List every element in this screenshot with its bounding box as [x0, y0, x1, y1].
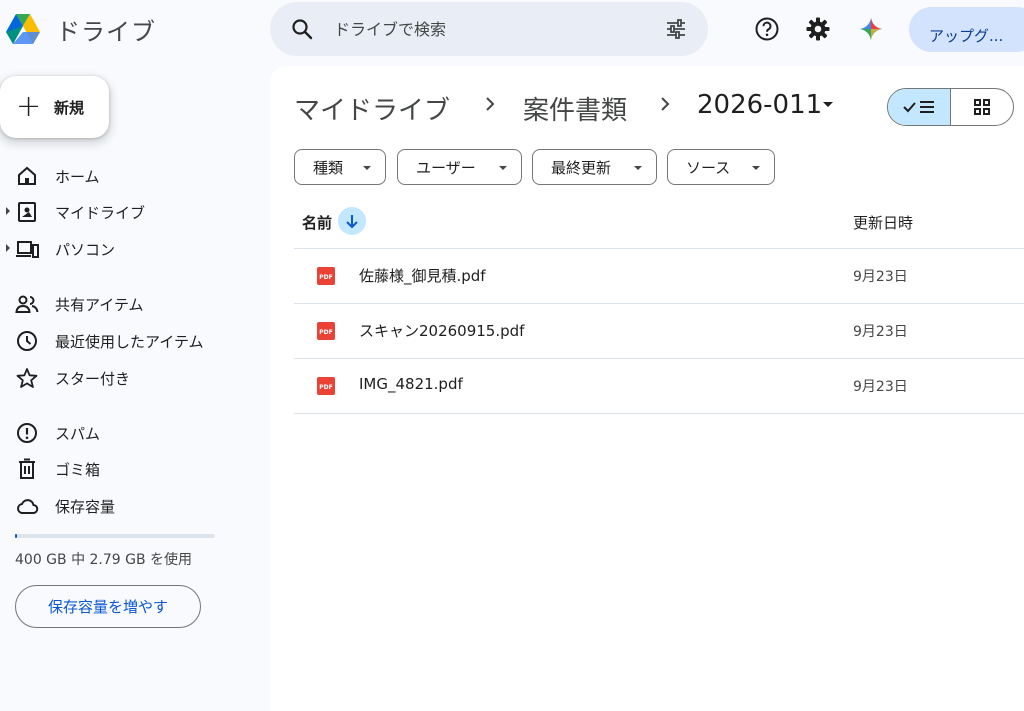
new-button-label: 新規	[54, 98, 85, 117]
storage-usage-fill	[15, 534, 17, 538]
arrow-down-icon	[346, 215, 358, 229]
help-icon[interactable]	[754, 16, 780, 42]
table-row[interactable]: PDF IMG_4821.pdf 9月23日	[294, 359, 1024, 413]
sidebar-item-storage[interactable]: 保存容量	[0, 490, 260, 522]
my-drive-icon	[18, 202, 36, 222]
pdf-file-icon: PDF	[317, 267, 335, 285]
chevron-right-icon	[661, 97, 670, 111]
search-input[interactable]	[334, 14, 634, 44]
app-title: ドライブ	[56, 18, 156, 46]
trash-icon	[19, 458, 35, 479]
file-name[interactable]: IMG_4821.pdf	[359, 375, 463, 393]
column-header-modified[interactable]: 更新日時	[853, 212, 913, 233]
settings-icon[interactable]	[805, 16, 831, 42]
chip-label: 種類	[313, 158, 344, 177]
table-row[interactable]: PDF スキャン20260915.pdf 9月23日	[294, 304, 1024, 358]
sidebar-item-recent[interactable]: 最近使用したアイテム	[0, 325, 260, 357]
file-name[interactable]: スキャン20260915.pdf	[359, 320, 524, 341]
table-divider	[294, 413, 1024, 414]
get-more-storage-button[interactable]: 保存容量を増やす	[15, 585, 201, 628]
cloud-icon	[17, 499, 39, 514]
chip-label: 最終更新	[551, 158, 612, 177]
filter-source-chip[interactable]: ソース	[667, 149, 775, 185]
sidebar-item-shared[interactable]: 共有アイテム	[0, 288, 260, 320]
expand-caret-icon[interactable]	[6, 244, 10, 252]
sidebar-item-label: ホーム	[55, 168, 100, 186]
column-header-name[interactable]: 名前	[302, 212, 332, 233]
grid-icon	[974, 99, 990, 115]
search-bar[interactable]	[270, 2, 708, 56]
dropdown-arrow-icon	[499, 166, 507, 170]
pdf-file-icon: PDF	[317, 377, 335, 395]
storage-usage-text: 400 GB 中 2.79 GB を使用	[15, 552, 193, 568]
file-name[interactable]: 佐藤様_御見積.pdf	[359, 265, 486, 286]
shared-icon	[15, 295, 39, 313]
sort-direction-button[interactable]	[338, 207, 366, 235]
grid-view-button[interactable]	[951, 89, 1013, 125]
clock-icon	[17, 331, 37, 351]
sidebar-item-label: マイドライブ	[55, 204, 146, 222]
sidebar-item-my-drive[interactable]: マイドライブ	[0, 196, 260, 228]
pdf-file-icon: PDF	[317, 322, 335, 340]
sidebar-item-spam[interactable]: スパム	[0, 417, 260, 449]
spam-icon	[17, 423, 37, 443]
file-modified-date: 9月23日	[853, 324, 908, 340]
search-icon[interactable]	[290, 17, 314, 41]
upgrade-button[interactable]: アップグ...	[909, 7, 1024, 52]
sidebar-item-label: ゴミ箱	[55, 461, 101, 479]
dropdown-arrow-icon	[634, 166, 642, 170]
drive-logo-icon	[6, 14, 40, 44]
filter-modified-chip[interactable]: 最終更新	[532, 149, 657, 185]
dropdown-arrow-icon	[752, 166, 760, 170]
plus-icon: +	[16, 89, 42, 124]
dropdown-arrow-icon	[363, 166, 371, 170]
chevron-right-icon	[486, 97, 495, 111]
breadcrumb-current-folder[interactable]: 2026-011	[697, 90, 822, 120]
main-panel: マイドライブ 案件書類 2026-011 種類 ユーザー 最終更新 ソース 名前…	[270, 66, 1024, 711]
storage-usage-bar	[15, 534, 215, 538]
sidebar-item-label: 保存容量	[55, 498, 116, 516]
sidebar-item-label: スター付き	[55, 370, 131, 388]
computers-icon	[16, 241, 39, 258]
table-row[interactable]: PDF 佐藤様_御見積.pdf 9月23日	[294, 249, 1024, 303]
chip-label: ソース	[686, 158, 731, 177]
search-options-icon[interactable]	[664, 17, 688, 41]
folder-menu-dropdown-icon[interactable]	[823, 102, 833, 107]
sidebar-item-computers[interactable]: パソコン	[0, 233, 260, 265]
checked-list-icon	[903, 101, 934, 113]
svg-text:PDF: PDF	[319, 274, 332, 281]
expand-caret-icon[interactable]	[6, 207, 10, 215]
filter-type-chip[interactable]: 種類	[294, 149, 386, 185]
file-modified-date: 9月23日	[853, 269, 908, 285]
file-modified-date: 9月23日	[853, 379, 908, 395]
list-view-button[interactable]	[888, 89, 951, 125]
sidebar-item-label: 共有アイテム	[55, 296, 144, 314]
sidebar-item-home[interactable]: ホーム	[0, 160, 260, 192]
gemini-icon[interactable]	[858, 16, 884, 42]
home-icon	[18, 166, 36, 185]
sidebar-item-label: 最近使用したアイテム	[55, 333, 204, 351]
sidebar-item-label: パソコン	[55, 241, 116, 259]
svg-text:PDF: PDF	[319, 384, 332, 391]
svg-text:PDF: PDF	[319, 329, 332, 336]
sidebar-item-label: スパム	[55, 425, 101, 443]
view-toggle[interactable]	[887, 88, 1014, 126]
sidebar-item-starred[interactable]: スター付き	[0, 362, 260, 394]
breadcrumb-my-drive[interactable]: マイドライブ	[294, 90, 450, 127]
filter-people-chip[interactable]: ユーザー	[397, 149, 522, 185]
star-icon	[16, 368, 38, 388]
sidebar-item-trash[interactable]: ゴミ箱	[0, 453, 260, 485]
breadcrumb-folder[interactable]: 案件書類	[523, 90, 627, 127]
new-button[interactable]: + 新規	[0, 76, 109, 138]
chip-label: ユーザー	[416, 158, 476, 177]
